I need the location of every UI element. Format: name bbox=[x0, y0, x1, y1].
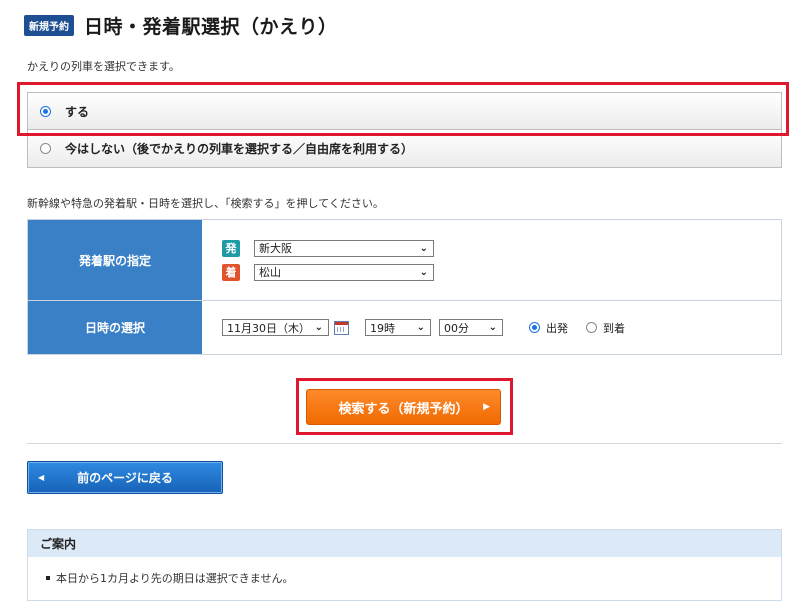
direction-departure-label: 出発 bbox=[546, 321, 568, 335]
arrival-line: 着 松山 ⌄ bbox=[222, 263, 781, 281]
back-button-label: 前のページに戻る bbox=[77, 471, 173, 485]
chevron-down-icon: ⌄ bbox=[416, 322, 425, 333]
notice-item-text: 本日から1カ月より先の期日は選択できません。 bbox=[56, 572, 294, 585]
new-reservation-badge: 新規予約 bbox=[24, 14, 74, 36]
search-form-table: 発着駅の指定 発 新大阪 ⌄ 着 松山 ⌄ 日時の選択 11月30日（木） ⌄ … bbox=[27, 219, 782, 355]
chevron-down-icon: ⌄ bbox=[419, 266, 428, 278]
radio-departure[interactable] bbox=[529, 322, 540, 333]
option-yes[interactable]: する bbox=[27, 92, 782, 130]
notice-title: ご案内 bbox=[28, 530, 781, 557]
date-value: 11月30日（木） bbox=[227, 321, 310, 335]
arrival-station-value: 松山 bbox=[259, 266, 281, 279]
radio-option-yes[interactable] bbox=[40, 105, 51, 117]
datetime-row-label: 日時の選択 bbox=[28, 301, 202, 354]
arrival-station-select[interactable]: 松山 ⌄ bbox=[254, 263, 434, 281]
search-button[interactable]: 検索する（新規予約） ▶ bbox=[306, 389, 501, 425]
departure-line: 発 新大阪 ⌄ bbox=[222, 239, 781, 257]
chevron-down-icon: ⌄ bbox=[488, 322, 497, 333]
radio-option-not-now[interactable] bbox=[40, 143, 51, 154]
chevron-down-icon: ⌄ bbox=[419, 242, 428, 254]
intro-text: かえりの列車を選択できます。 bbox=[27, 60, 180, 73]
option-yes-label: する bbox=[65, 104, 90, 119]
notice-box: ご案内 本日から1カ月より先の期日は選択できません。 bbox=[27, 529, 782, 601]
direction-arrival-label: 到着 bbox=[603, 321, 625, 335]
option-not-now[interactable]: 今はしない（後でかえりの列車を選択する／自由席を利用する） bbox=[27, 130, 782, 168]
back-button[interactable]: ◀ 前のページに戻る bbox=[27, 461, 223, 494]
page-title: 日時・発着駅選択（かえり） bbox=[84, 15, 338, 38]
direction-arrival[interactable]: 到着 bbox=[586, 320, 625, 336]
option-not-now-label: 今はしない（後でかえりの列車を選択する／自由席を利用する） bbox=[65, 142, 414, 156]
minute-select[interactable]: 00分 ⌄ bbox=[439, 319, 503, 336]
bullet bbox=[46, 576, 50, 580]
page-header: 新規予約 日時・発着駅選択（かえり） bbox=[24, 12, 338, 38]
station-row: 発着駅の指定 発 新大阪 ⌄ 着 松山 ⌄ bbox=[28, 220, 781, 300]
minute-value: 00分 bbox=[444, 321, 469, 335]
return-options: する 今はしない（後でかえりの列車を選択する／自由席を利用する） bbox=[27, 92, 782, 168]
date-select[interactable]: 11月30日（木） ⌄ bbox=[222, 319, 329, 336]
departure-station-select[interactable]: 新大阪 ⌄ bbox=[254, 239, 434, 257]
calendar-icon[interactable] bbox=[334, 320, 349, 335]
datetime-row-body: 11月30日（木） ⌄ 19時 ⌄ 00分 ⌄ 出発 到着 bbox=[202, 301, 781, 354]
instruction-text: 新幹線や特急の発着駅・日時を選択し、「検索する」を押してください。 bbox=[27, 197, 384, 210]
hour-select[interactable]: 19時 ⌄ bbox=[365, 319, 431, 336]
search-button-label: 検索する（新規予約） bbox=[338, 401, 469, 417]
radio-arrival[interactable] bbox=[586, 322, 597, 333]
departure-station-value: 新大阪 bbox=[259, 242, 292, 255]
direction-departure[interactable]: 出発 bbox=[529, 320, 568, 336]
arrow-right-icon: ▶ bbox=[483, 402, 490, 412]
datetime-row: 日時の選択 11月30日（木） ⌄ 19時 ⌄ 00分 ⌄ 出発 到着 bbox=[28, 300, 781, 354]
hour-value: 19時 bbox=[370, 321, 395, 335]
station-row-label: 発着駅の指定 bbox=[28, 220, 202, 300]
departure-tag: 発 bbox=[222, 239, 240, 257]
notice-item: 本日から1カ月より先の期日は選択できません。 bbox=[28, 557, 781, 586]
arrow-left-icon: ◀ bbox=[38, 473, 45, 482]
divider bbox=[27, 443, 782, 444]
chevron-down-icon: ⌄ bbox=[314, 322, 323, 333]
station-row-body: 発 新大阪 ⌄ 着 松山 ⌄ bbox=[202, 220, 781, 300]
arrival-tag: 着 bbox=[222, 263, 240, 281]
